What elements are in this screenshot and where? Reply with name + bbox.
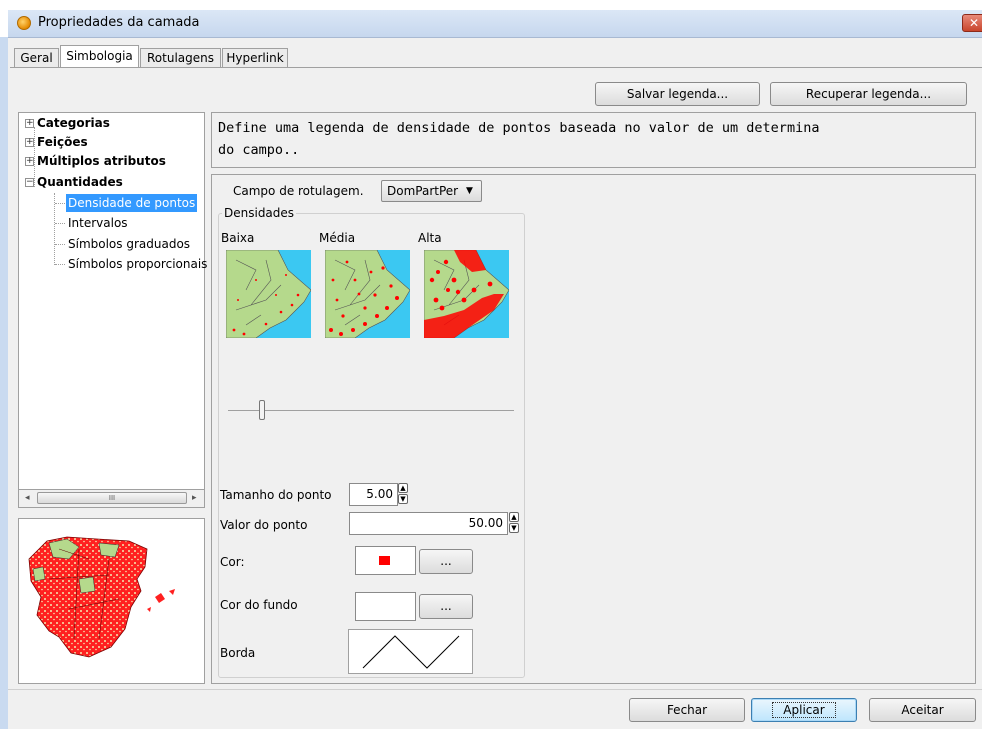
field-select[interactable]: DomPartPer ▼ xyxy=(381,180,482,202)
expand-icon[interactable]: + xyxy=(25,138,34,147)
tree-item-label: Múltiplos atributos xyxy=(37,154,166,168)
spain-map-preview xyxy=(28,536,175,658)
tree-guide-line xyxy=(34,127,35,187)
tree-branch xyxy=(55,264,65,265)
point-size-spinner[interactable]: ▲ ▼ xyxy=(398,483,409,505)
density-mid-preview xyxy=(325,250,410,338)
expand-icon[interactable]: + xyxy=(25,157,34,166)
bg-color-swatch[interactable] xyxy=(355,592,416,621)
app-icon xyxy=(17,16,31,30)
density-high-label: Alta xyxy=(418,231,442,245)
density-high-map xyxy=(424,250,509,338)
spin-down-icon[interactable]: ▼ xyxy=(398,494,408,504)
border-label: Borda xyxy=(220,646,256,660)
point-size-input[interactable]: 5.00 xyxy=(349,483,398,506)
tree-item-densidade-de-pontos[interactable]: Densidade de pontos xyxy=(66,194,198,212)
tree-branch xyxy=(55,244,65,245)
density-low-preview xyxy=(226,250,311,338)
layer-preview-map xyxy=(18,518,205,684)
point-value-input[interactable]: 50.00 xyxy=(349,512,508,535)
density-mid-label: Média xyxy=(319,231,356,245)
legend-description: Define uma legenda de densidade de ponto… xyxy=(211,112,976,168)
density-low-map xyxy=(226,250,311,338)
tab-strip-line xyxy=(10,67,982,68)
bg-color-picker-button[interactable]: ... xyxy=(419,594,473,619)
apply-button-label: Aplicar xyxy=(772,702,836,718)
tree-item-simbolos-graduados[interactable]: Símbolos graduados xyxy=(68,235,190,253)
densities-group-title: Densidades xyxy=(222,206,297,220)
title-bar: Propriedades da camada ✕ xyxy=(8,10,982,38)
recover-legend-button[interactable]: Recuperar legenda... xyxy=(770,82,967,106)
bg-color-label: Cor do fundo xyxy=(220,598,298,612)
density-low-label: Baixa xyxy=(221,231,255,245)
tree-item-label: Quantidades xyxy=(37,175,123,189)
tree-branch xyxy=(55,203,65,204)
tree-item-label: Categorias xyxy=(37,116,110,130)
collapse-icon[interactable]: − xyxy=(25,178,34,187)
legend-type-tree: + Categorias + Feições + Múltiplos atrib… xyxy=(18,112,207,490)
close-button[interactable]: ✕ xyxy=(962,14,982,32)
window-title: Propriedades da camada xyxy=(38,15,200,30)
color-label: Cor: xyxy=(220,555,245,569)
tab-geral[interactable]: Geral xyxy=(14,48,59,67)
point-value-label: Valor do ponto xyxy=(220,518,308,532)
spin-up-icon[interactable]: ▲ xyxy=(509,512,519,522)
tree-horizontal-scrollbar[interactable]: ◂ III ▸ xyxy=(18,490,205,508)
tree-branch xyxy=(55,223,65,224)
density-slider-track[interactable] xyxy=(228,410,514,411)
chevron-down-icon: ▼ xyxy=(466,186,473,196)
point-size-label: Tamanho do ponto xyxy=(220,488,332,502)
density-high-preview xyxy=(424,250,509,338)
color-swatch-fill xyxy=(379,556,390,565)
density-mid-map xyxy=(325,250,410,338)
spin-down-icon[interactable]: ▼ xyxy=(509,523,519,533)
tab-rotulagens[interactable]: Rotulagens xyxy=(140,48,221,67)
border-line-icon xyxy=(362,635,460,669)
description-line-2: do campo.. xyxy=(218,142,300,158)
footer-separator xyxy=(8,689,982,690)
point-value-spinner[interactable]: ▲ ▼ xyxy=(509,512,520,534)
close-dialog-button[interactable]: Fechar xyxy=(629,698,745,722)
spin-up-icon[interactable]: ▲ xyxy=(398,483,408,493)
density-slider-thumb[interactable] xyxy=(259,400,265,420)
save-legend-button[interactable]: Salvar legenda... xyxy=(595,82,760,106)
color-picker-button[interactable]: ... xyxy=(419,549,473,574)
accept-button[interactable]: Aceitar xyxy=(869,698,976,722)
tab-simbologia[interactable]: Simbologia xyxy=(60,45,139,68)
description-line-1: Define uma legenda de densidade de ponto… xyxy=(218,120,820,136)
tree-item-intervalos[interactable]: Intervalos xyxy=(68,214,128,232)
apply-button[interactable]: Aplicar xyxy=(751,698,857,722)
color-swatch[interactable] xyxy=(355,546,416,575)
scrollbar-thumb[interactable]: III xyxy=(37,492,187,504)
scroll-right-icon[interactable]: ▸ xyxy=(192,493,197,503)
tab-hyperlink[interactable]: Hyperlink xyxy=(222,48,288,67)
window-left-edge xyxy=(0,37,8,729)
close-icon: ✕ xyxy=(968,16,980,30)
field-select-value: DomPartPer xyxy=(387,184,459,198)
scroll-left-icon[interactable]: ◂ xyxy=(25,493,30,503)
tree-item-label: Feições xyxy=(37,135,88,149)
expand-icon[interactable]: + xyxy=(25,119,34,128)
border-style-preview[interactable] xyxy=(348,629,473,674)
field-label: Campo de rotulagem. xyxy=(233,184,364,198)
tree-item-simbolos-proporcionais[interactable]: Símbolos proporcionais xyxy=(68,255,207,273)
